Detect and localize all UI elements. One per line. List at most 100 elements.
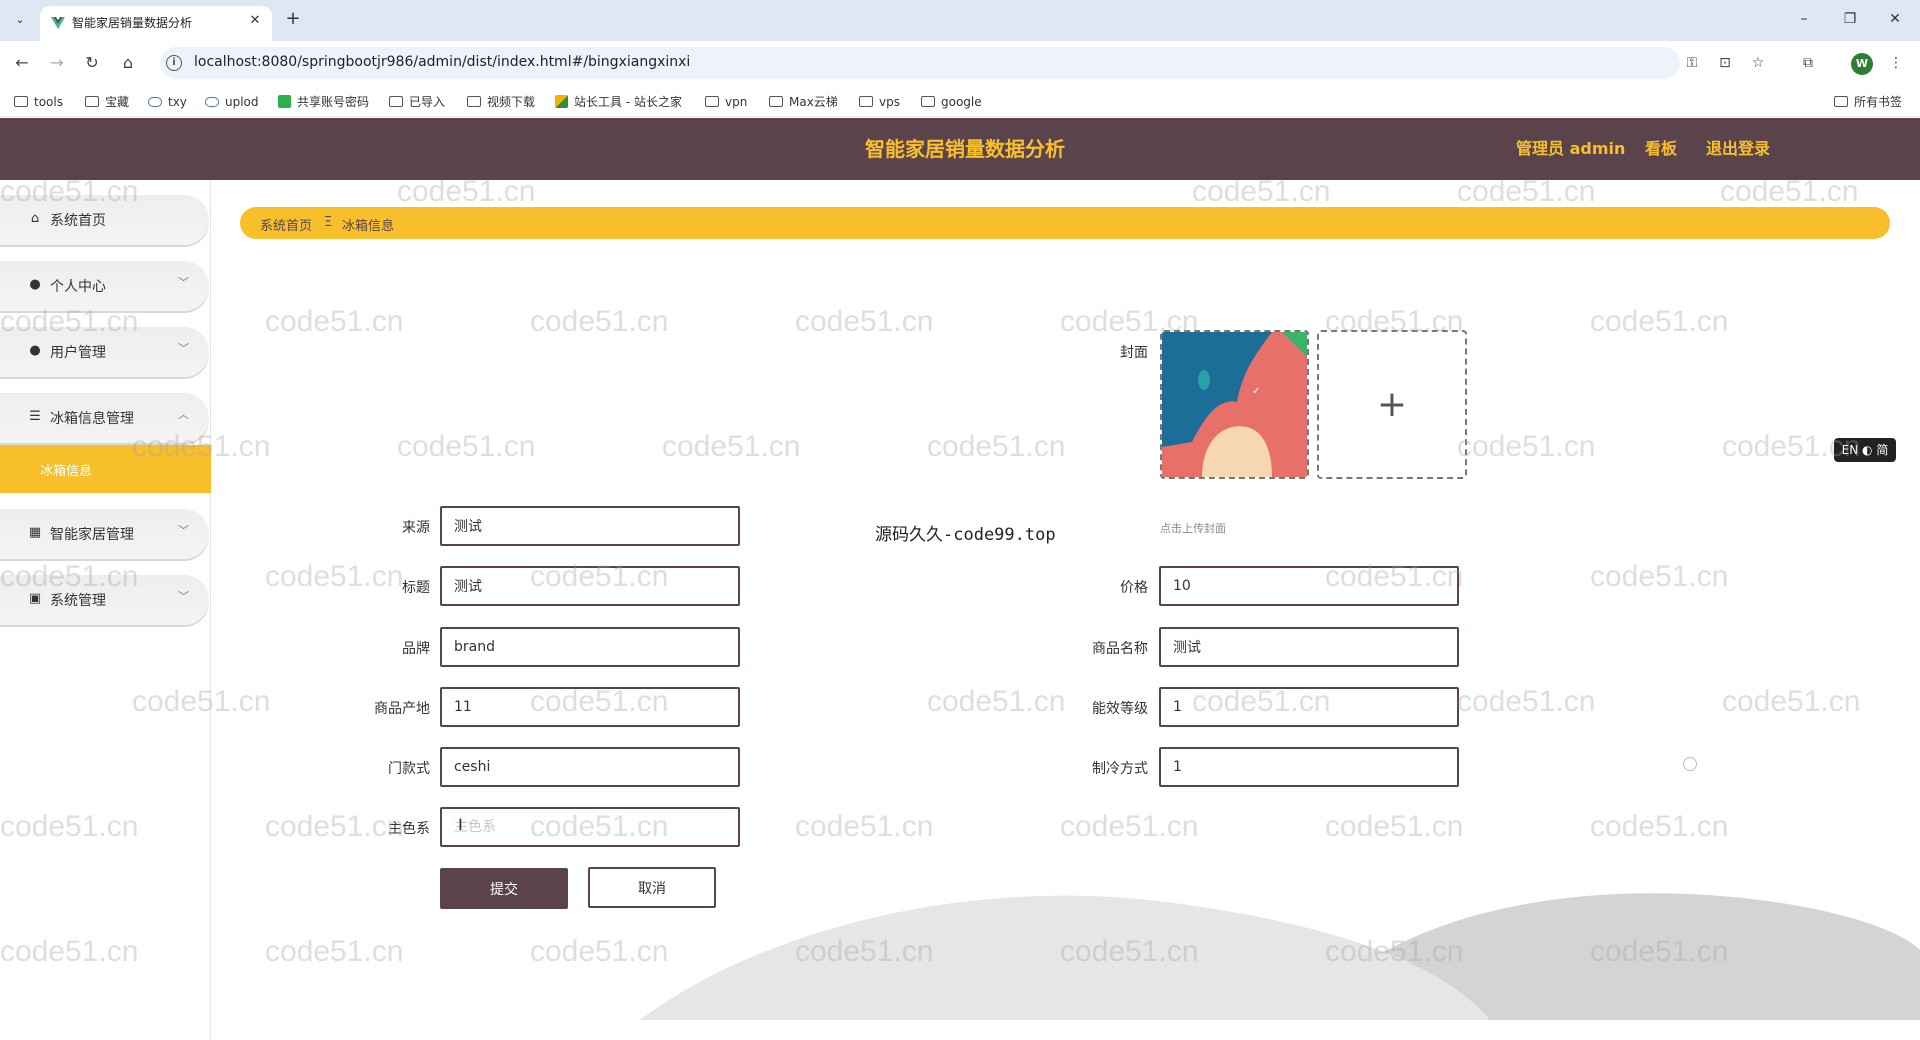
sidebar-item-fridge-management[interactable]: ☰ 冰箱信息管理 ︿	[0, 391, 211, 445]
cloud-icon	[205, 97, 219, 107]
watermark: code51.cn	[397, 175, 536, 208]
bookmark-treasure[interactable]: 宝藏	[85, 93, 129, 111]
text-cursor-icon: I	[458, 815, 463, 834]
extensions-icon[interactable]: ⧉	[1796, 51, 1820, 75]
bookmarks-bar: tools 宝藏 txy uplod 共享账号密码 已导入 视频下载 站长工具 …	[0, 85, 1920, 117]
pin-icon: ●	[29, 343, 41, 358]
address-bar[interactable]: i localhost:8080/springbootjr986/admin/d…	[160, 47, 1764, 79]
profile-avatar[interactable]: W	[1851, 53, 1873, 75]
breadcrumb-separator: Ξ	[324, 215, 333, 230]
bookmark-vpn[interactable]: vpn	[705, 93, 747, 111]
bookmark-shared-accounts[interactable]: 共享账号密码	[278, 93, 369, 111]
price-input[interactable]	[1159, 566, 1459, 606]
bookmark-vps[interactable]: vps	[859, 93, 900, 111]
sidebar-item-user-management[interactable]: ● 用户管理 ﹀	[0, 325, 211, 379]
folder-icon	[921, 96, 935, 107]
sidebar-item-system-management[interactable]: ▣ 系统管理 ﹀	[0, 573, 211, 627]
sidebar-item-label: 用户管理	[50, 345, 106, 361]
submit-button[interactable]: 提交	[440, 868, 568, 909]
browser-toolbar: ← → ↻ ⌂ i localhost:8080/springbootjr986…	[0, 41, 1920, 85]
bookmark-video-download[interactable]: 视频下载	[467, 93, 535, 111]
close-circle-icon[interactable]	[1683, 757, 1697, 771]
folder-icon	[14, 96, 28, 107]
key-icon[interactable]: ⚿	[1682, 53, 1702, 73]
restore-icon[interactable]: ❐	[1835, 8, 1865, 30]
sidebar-item-label: 系统首页	[50, 213, 106, 229]
cover-upload-button[interactable]: +	[1317, 330, 1467, 479]
watermark: code51.cn	[795, 810, 934, 843]
product-name-input[interactable]	[1159, 627, 1459, 667]
site-info-icon[interactable]: i	[166, 55, 182, 71]
browser-tab[interactable]: 智能家居销量数据分析 ✕	[40, 6, 272, 41]
watermark: code51.cn	[662, 430, 801, 463]
sidebar-item-home[interactable]: ⌂ 系统首页	[0, 193, 211, 247]
board-link[interactable]: 看板	[1645, 118, 1677, 180]
minimize-icon[interactable]: –	[1789, 8, 1819, 30]
menu-dots-icon[interactable]: ⋮	[1884, 51, 1908, 75]
chevron-down-icon: ﹀	[178, 276, 189, 289]
watermark: code51.cn	[1720, 175, 1859, 208]
sidebar-item-smart-home-management[interactable]: ▦ 智能家居管理 ﹀	[0, 507, 211, 561]
sidebar-item-personal-center[interactable]: ● 个人中心 ﹀	[0, 259, 211, 313]
grid-icon: ▦	[28, 525, 42, 540]
door-style-input[interactable]	[440, 747, 740, 787]
title-label: 标题	[402, 580, 430, 596]
title-input[interactable]	[440, 566, 740, 606]
watermark: code51.cn	[1590, 560, 1729, 593]
back-icon[interactable]: ←	[10, 51, 34, 75]
new-tab-plus-icon[interactable]: +	[282, 8, 304, 30]
logout-link[interactable]: 退出登录	[1706, 118, 1770, 180]
bookmark-google[interactable]: google	[921, 93, 982, 111]
tab-close-icon[interactable]: ✕	[246, 12, 264, 30]
bookmark-txy[interactable]: txy	[148, 93, 187, 111]
watermark: code51.cn	[530, 935, 669, 968]
bookmark-star-icon[interactable]: ☆	[1748, 53, 1768, 73]
brand-input[interactable]	[440, 627, 740, 667]
product-name-label: 商品名称	[1092, 641, 1148, 657]
forward-icon[interactable]: →	[45, 51, 69, 75]
watermark: code51.cn	[1722, 685, 1861, 718]
home-page-icon[interactable]: ⌂	[116, 51, 140, 75]
svg-text:✓: ✓	[1252, 386, 1260, 397]
watermark: code51.cn	[927, 430, 1066, 463]
submenu-item-fridge-info[interactable]: 冰箱信息	[0, 445, 211, 493]
chevron-down-icon: ﹀	[178, 342, 189, 355]
energy-level-input[interactable]	[1159, 687, 1459, 727]
watermark: code51.cn	[397, 430, 536, 463]
submenu-item-label: 冰箱信息	[40, 464, 93, 479]
all-bookmarks[interactable]: 所有书签	[1834, 93, 1902, 111]
origin-input[interactable]	[440, 687, 740, 727]
bookmark-uplod[interactable]: uplod	[205, 93, 259, 111]
watermark: code51.cn	[1457, 685, 1596, 718]
price-label: 价格	[1120, 580, 1148, 596]
breadcrumb: 系统首页 Ξ 冰箱信息	[240, 207, 1890, 239]
source-input[interactable]	[440, 506, 740, 546]
cover-label: 封面	[1120, 345, 1148, 361]
bookmark-imported[interactable]: 已导入	[389, 93, 445, 111]
home-icon: ⌂	[30, 211, 40, 226]
reload-icon[interactable]: ↻	[80, 51, 104, 75]
watermark: code51.cn	[1060, 935, 1199, 968]
main-color-input[interactable]	[440, 807, 740, 847]
sidebar-item-label: 智能家居管理	[50, 527, 134, 543]
breadcrumb-home[interactable]: 系统首页	[260, 215, 312, 234]
screenshot-icon[interactable]: ⊡	[1715, 53, 1735, 73]
language-toggle[interactable]: EN ◐ 简	[1834, 438, 1896, 462]
admin-user-label[interactable]: 管理员 admin	[1516, 118, 1625, 180]
tab-title: 智能家居销量数据分析	[72, 16, 193, 30]
cover-image-thumbnail[interactable]: ✓	[1160, 330, 1309, 479]
url-text[interactable]: localhost:8080/springbootjr986/admin/dis…	[194, 54, 690, 70]
vue-favicon-icon	[51, 17, 65, 29]
cancel-button[interactable]: 取消	[588, 867, 716, 908]
bookmark-tools[interactable]: tools	[14, 93, 63, 111]
door-style-label: 门款式	[388, 761, 430, 777]
cooling-method-input[interactable]	[1159, 747, 1459, 787]
cooling-method-label: 制冷方式	[1092, 761, 1148, 777]
tab-list-chevron-icon[interactable]: ⌄	[8, 9, 32, 31]
bookmark-max-ladder[interactable]: Max云梯	[769, 93, 838, 111]
folder-icon	[85, 96, 99, 107]
window-close-icon[interactable]: ✕	[1880, 8, 1910, 30]
source-text: 源码久久-code99.top	[875, 525, 1056, 545]
chevron-up-icon: ︿	[178, 408, 189, 421]
bookmark-webmaster-tools[interactable]: 站长工具 - 站长之家	[555, 93, 682, 111]
